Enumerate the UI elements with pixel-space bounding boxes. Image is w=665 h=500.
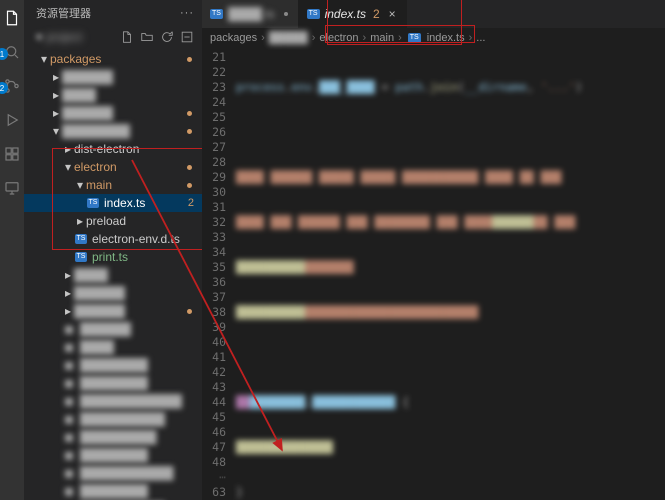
tree-folder-electron[interactable]: ▾electron — [24, 158, 202, 176]
breadcrumb-item[interactable]: packages — [210, 32, 257, 44]
code-lines[interactable]: process.env.███_████ = path.join(__dirna… — [236, 48, 665, 500]
tree-folder-main[interactable]: ▾main — [24, 176, 202, 194]
breadcrumb-item[interactable]: █████ — [269, 32, 308, 44]
tab-bar: TS ████.ts TS index.ts 2 × — [202, 0, 665, 28]
breadcrumb-item[interactable]: electron — [319, 32, 358, 44]
more-icon[interactable]: ··· — [180, 7, 194, 19]
new-file-icon[interactable] — [120, 30, 134, 44]
sidebar-toolbar: ▾project — [24, 26, 202, 48]
tab-other[interactable]: TS ████.ts — [202, 0, 299, 28]
breadcrumb-item[interactable]: main — [370, 32, 394, 44]
tree-item-blur[interactable]: ▸████ — [24, 266, 202, 284]
tree-item-blur[interactable]: ▸████ — [24, 86, 202, 104]
code-editor[interactable]: 2122232425 2627282930 3132333435 3637383… — [202, 48, 665, 500]
file-tree: ▾packages ▸██████ ▸████ ▸██████ ▾███████… — [24, 48, 202, 500]
editor-area: TS ████.ts TS index.ts 2 × packages› ███… — [202, 0, 665, 500]
explorer-icon[interactable] — [2, 8, 22, 28]
collapse-icon[interactable] — [180, 30, 194, 44]
explorer-sidebar: 资源管理器 ··· ▾project ▾packages ▸██████ ▸██… — [24, 0, 202, 500]
tree-item-blur[interactable]: ◼████████████ — [24, 392, 202, 410]
modified-dot-icon — [284, 12, 288, 16]
tree-item-blur[interactable]: ▸██████ — [24, 284, 202, 302]
tree-item-blur[interactable]: ▸██████ — [24, 104, 202, 122]
tree-folder-dist-electron[interactable]: ▸dist-electron — [24, 140, 202, 158]
tree-item-blur[interactable]: ◼████████ — [24, 446, 202, 464]
tree-label: print.ts — [92, 250, 128, 264]
tree-label: index.ts — [104, 196, 145, 210]
search-icon[interactable]: 1 — [2, 42, 22, 62]
close-icon[interactable]: × — [389, 7, 396, 21]
breadcrumb-item[interactable]: ... — [476, 32, 485, 44]
tree-label: main — [86, 178, 112, 192]
tree-folder-preload[interactable]: ▸preload — [24, 212, 202, 230]
tree-file-print-ts[interactable]: TSprint.ts — [24, 248, 202, 266]
tree-item-blur[interactable]: ◼██████████ — [24, 410, 202, 428]
extensions-icon[interactable] — [2, 144, 22, 164]
tab-index-ts[interactable]: TS index.ts 2 × — [299, 0, 407, 28]
tree-item-blur[interactable]: ◼████████ — [24, 482, 202, 500]
tab-label: ████.ts — [228, 7, 275, 21]
tree-item-blur[interactable]: ▸██████ — [24, 302, 202, 320]
problem-count-badge: 2 — [188, 197, 194, 209]
tab-label: index.ts — [325, 7, 366, 21]
breadcrumbs[interactable]: packages› █████› electron› main› TS inde… — [202, 28, 665, 48]
sidebar-header: 资源管理器 ··· — [24, 0, 202, 26]
tree-item-blur[interactable]: ◼████████ — [24, 356, 202, 374]
tree-item-blur[interactable]: ◼█████████ — [24, 428, 202, 446]
run-debug-icon[interactable] — [2, 110, 22, 130]
tree-file-electron-env[interactable]: TSelectron-env.d.ts — [24, 230, 202, 248]
tree-label: electron-env.d.ts — [92, 232, 180, 246]
tree-label: preload — [86, 214, 126, 228]
tab-problem-badge: 2 — [373, 7, 380, 21]
tree-file-index-ts[interactable]: TSindex.ts 2 — [24, 194, 202, 212]
refresh-icon[interactable] — [160, 30, 174, 44]
tree-item-blur[interactable]: ◼██████ — [24, 320, 202, 338]
remote-icon[interactable] — [2, 178, 22, 198]
tree-label: electron — [74, 160, 117, 174]
tree-item-blur[interactable]: ▸██████ — [24, 68, 202, 86]
gutter: 2122232425 2627282930 3132333435 3637383… — [202, 48, 236, 500]
sidebar-title: 资源管理器 — [36, 5, 91, 21]
source-control-icon[interactable]: 2 — [2, 76, 22, 96]
tree-item-blur[interactable]: ◼███████████ — [24, 464, 202, 482]
project-name[interactable]: ▾project — [36, 30, 114, 44]
tree-folder-packages[interactable]: ▾packages — [24, 50, 202, 68]
tree-item-blur[interactable]: ▾████████ — [24, 122, 202, 140]
new-folder-icon[interactable] — [140, 30, 154, 44]
tree-item-blur[interactable]: ◼████ — [24, 338, 202, 356]
tree-label: packages — [50, 52, 101, 66]
tree-label: dist-electron — [74, 142, 139, 156]
activity-bar: 1 2 — [0, 0, 24, 500]
tree-item-blur[interactable]: ◼████████ — [24, 374, 202, 392]
breadcrumb-item[interactable]: index.ts — [427, 32, 465, 44]
